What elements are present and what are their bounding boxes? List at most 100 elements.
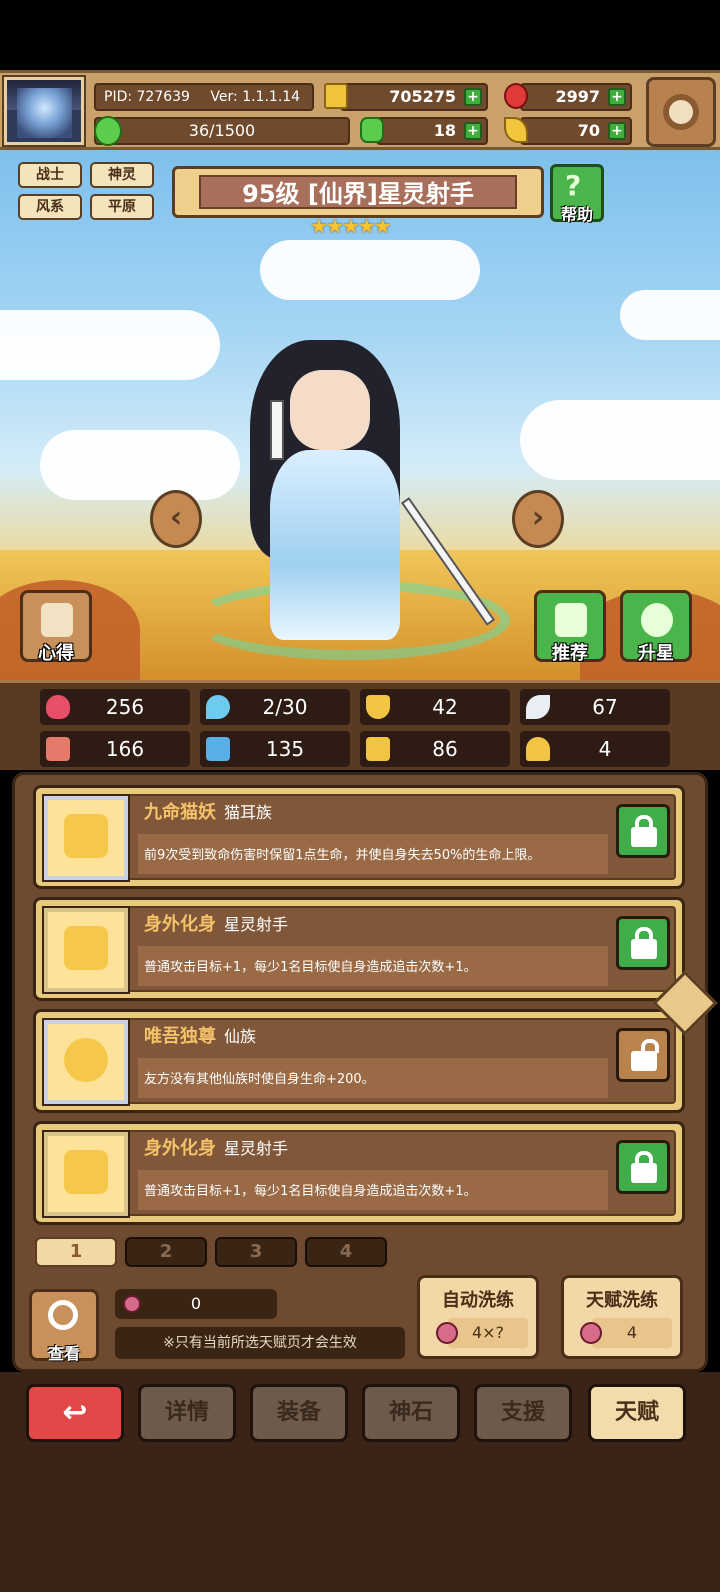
page-tab-4[interactable]: 4	[305, 1237, 387, 1267]
talent-card[interactable]: 九命猫妖 猫耳族 前9次受到致命伤害时保留1点生命，并使自身失去50%的生命上限。	[33, 785, 685, 889]
talent-card[interactable]: 身外化身 星灵射手 普通攻击目标+1，每少1名目标使自身造成追击次数+1。	[33, 897, 685, 1001]
lock-button[interactable]	[616, 1140, 670, 1194]
wing-icon	[526, 695, 550, 719]
talent-name: 九命猫妖 猫耳族	[144, 798, 272, 824]
magnifier-icon	[48, 1300, 78, 1330]
settings-button[interactable]	[646, 77, 716, 147]
talent-name: 身外化身 星灵射手	[144, 910, 288, 936]
star-rating: ★★★★★	[310, 214, 392, 238]
talent-race: 星灵射手	[224, 1139, 289, 1158]
lock-icon	[631, 939, 657, 959]
talent-wash-button[interactable]: 天赋洗练 4	[561, 1275, 683, 1359]
stat-agility: 86	[360, 731, 510, 767]
recommend-button[interactable]: 推荐	[534, 590, 606, 664]
player-avatar[interactable]	[2, 75, 86, 147]
lock-button[interactable]	[616, 916, 670, 970]
fruit-icon	[436, 1322, 458, 1344]
auto-wash-button[interactable]: 自动洗练 4×?	[417, 1275, 539, 1359]
status-bar-area	[0, 0, 720, 70]
heart-icon	[46, 695, 70, 719]
view-button[interactable]: 查看	[29, 1289, 99, 1363]
talent-desc: 普通攻击目标+1，每少1名目标使自身造成追击次数+1。	[144, 1184, 477, 1199]
pid-label: PID: 727639	[104, 89, 190, 105]
clover-value: 18	[433, 121, 456, 140]
hero-dress	[270, 450, 400, 640]
tag-divine[interactable]: 神灵	[90, 162, 154, 188]
boot-icon	[366, 737, 390, 761]
star-up-button[interactable]: 升星	[620, 590, 692, 664]
cloud	[520, 400, 720, 480]
nav-equipment[interactable]: 装备	[250, 1384, 348, 1442]
feather-resource: 70 +	[504, 117, 632, 145]
help-button[interactable]: ? 帮助	[550, 164, 604, 224]
add-clover-button[interactable]: +	[464, 122, 482, 140]
water-drop-icon	[206, 695, 230, 719]
tag-wind[interactable]: 风系	[18, 194, 82, 220]
shield-icon	[366, 695, 390, 719]
gold-coin-icon	[324, 83, 348, 109]
hero-title: 95级 [仙界]星灵射手	[199, 175, 517, 209]
add-gold-button[interactable]: +	[464, 88, 482, 106]
previous-hero-button[interactable]: ‹	[150, 490, 202, 548]
stat-defense-value: 42	[432, 695, 458, 719]
insight-button[interactable]: 心得	[20, 590, 92, 664]
next-hero-button[interactable]: ›	[512, 490, 564, 548]
clover-icon	[360, 117, 384, 143]
page-tab-3[interactable]: 3	[215, 1237, 297, 1267]
star-up-label: 升星	[638, 643, 674, 664]
stat-health: 256	[40, 689, 190, 725]
tag-plains[interactable]: 平原	[90, 194, 154, 220]
talent-page-note: ※只有当前所选天赋页才会生效	[115, 1327, 405, 1359]
talent-panel: 九命猫妖 猫耳族 前9次受到致命伤害时保留1点生命，并使自身失去50%的生命上限。…	[12, 772, 708, 1372]
help-question-icon: ?	[565, 169, 582, 202]
view-label: 查看	[47, 1344, 80, 1363]
add-gem-button[interactable]: +	[608, 88, 626, 106]
wash-token-count: 0	[115, 1289, 277, 1319]
talent-name: 身外化身 星灵射手	[144, 1134, 288, 1160]
help-label: 帮助	[560, 205, 593, 224]
bottom-nav: ↩ 详情 装备 神石 支援 天赋	[0, 1372, 720, 1592]
tag-warrior[interactable]: 战士	[18, 162, 82, 188]
talent-race: 星灵射手	[224, 915, 289, 934]
stat-attack-value: 166	[105, 737, 145, 761]
auto-wash-cost: 4×?	[448, 1318, 528, 1348]
gold-resource: 705275 +	[324, 83, 488, 111]
insight-icon	[41, 603, 73, 637]
stat-speed-value: 67	[592, 695, 618, 719]
version-label: Ver: 1.1.1.14	[210, 89, 301, 105]
wash-token-value: 0	[190, 1294, 202, 1313]
back-button[interactable]: ↩	[26, 1384, 124, 1442]
recommend-label: 推荐	[552, 643, 588, 664]
avatar-face	[17, 88, 72, 138]
star-icon	[64, 1150, 108, 1194]
unlock-icon	[631, 1051, 657, 1071]
book-icon	[206, 737, 230, 761]
stat-magic-value: 135	[265, 737, 305, 761]
cloud	[620, 290, 720, 340]
stat-luck: 4	[520, 731, 670, 767]
feather-value: 70	[577, 121, 600, 140]
hero-scene: 战士 神灵 风系 平原 95级 [仙界]星灵射手 ★★★★★ ? 帮助 ‹ › …	[0, 150, 720, 680]
lock-button[interactable]	[616, 804, 670, 858]
lock-icon	[631, 1163, 657, 1183]
nav-details[interactable]: 详情	[138, 1384, 236, 1442]
stamina-icon	[94, 116, 122, 146]
add-feather-button[interactable]: +	[608, 122, 626, 140]
gem-resource: 2997 +	[504, 83, 632, 111]
talent-portrait	[42, 1018, 130, 1106]
talent-portrait	[42, 794, 130, 882]
talent-card[interactable]: 唯吾独尊 仙族 友方没有其他仙族时使自身生命+200。	[33, 1009, 685, 1113]
nav-godstone[interactable]: 神石	[362, 1384, 460, 1442]
cloud	[40, 430, 240, 500]
auto-wash-label: 自动洗练	[442, 1290, 514, 1311]
feather-icon	[504, 117, 528, 143]
unlock-button[interactable]	[616, 1028, 670, 1082]
hero-title-banner: 95级 [仙界]星灵射手	[172, 166, 544, 218]
nav-talent[interactable]: 天赋	[588, 1384, 686, 1442]
page-tab-1[interactable]: 1	[35, 1237, 117, 1267]
talent-name-text: 九命猫妖	[144, 802, 216, 823]
nav-support[interactable]: 支援	[474, 1384, 572, 1442]
fruit-icon	[123, 1295, 141, 1313]
talent-card[interactable]: 身外化身 星灵射手 普通攻击目标+1，每少1名目标使自身造成追击次数+1。	[33, 1121, 685, 1225]
page-tab-2[interactable]: 2	[125, 1237, 207, 1267]
